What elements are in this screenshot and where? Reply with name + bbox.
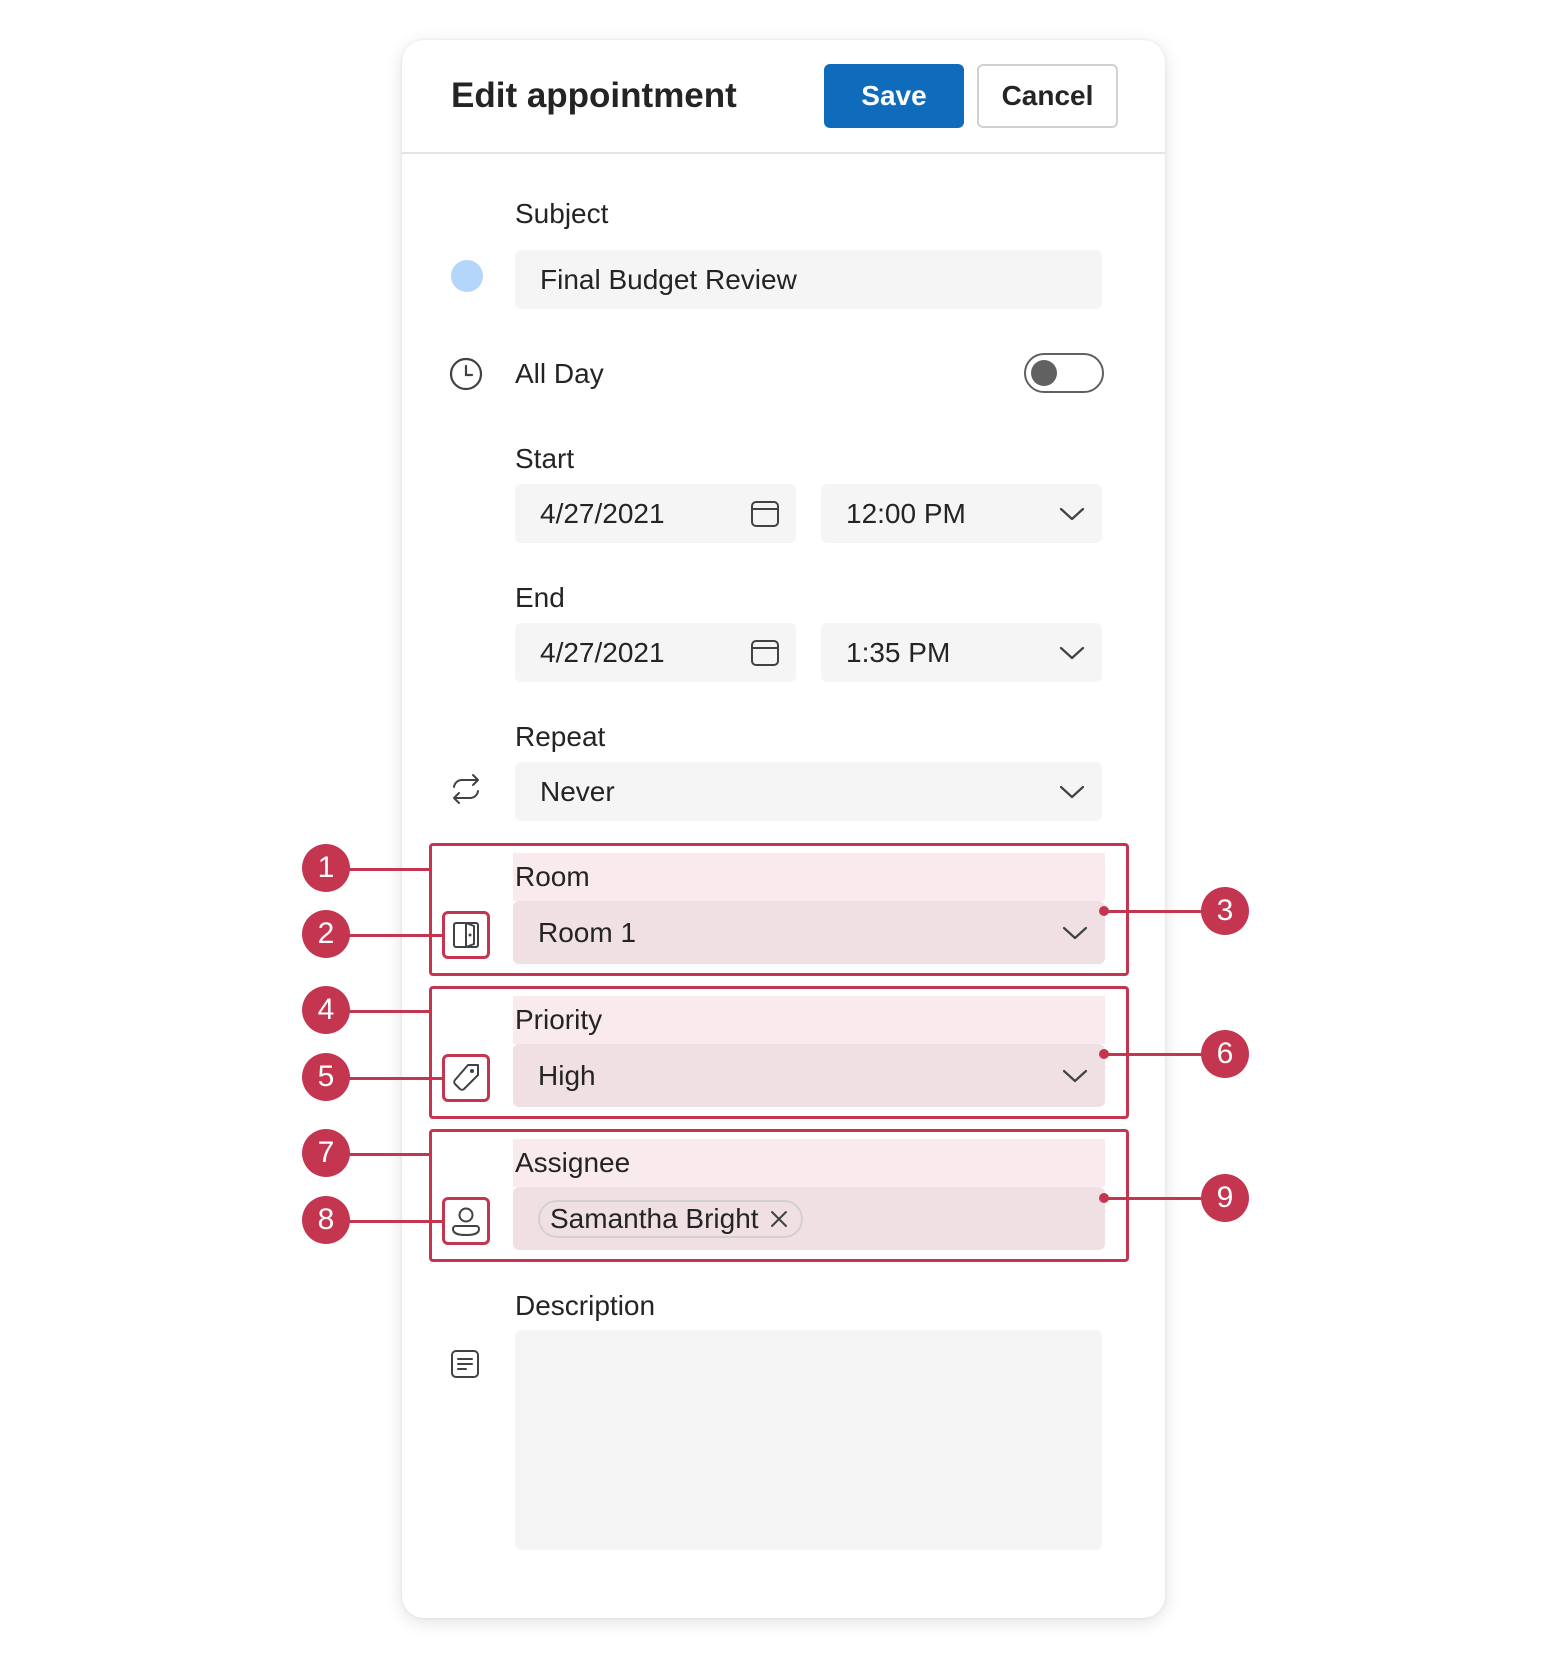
category-dot-icon [451, 260, 483, 292]
callout-marker-8: 8 [302, 1196, 350, 1244]
end-time-dropdown[interactable]: 1:35 PM [821, 623, 1102, 682]
callout-leader [344, 1010, 432, 1013]
callout-marker-9: 9 [1201, 1174, 1249, 1222]
callout-marker-2: 2 [302, 910, 350, 958]
repeat-dropdown[interactable]: Never [515, 762, 1102, 821]
all-day-label: All Day [515, 358, 604, 389]
description-textarea[interactable] [515, 1330, 1102, 1550]
callout-leader [344, 1220, 444, 1223]
assignee-chip[interactable]: Samantha Bright [538, 1199, 803, 1238]
dialog-title: Edit appointment [451, 76, 737, 115]
calendar-icon[interactable] [750, 638, 780, 668]
repeat-label: Repeat [515, 721, 606, 752]
chevron-down-icon [1061, 924, 1089, 942]
chevron-down-icon [1058, 783, 1086, 801]
priority-dropdown[interactable]: High [513, 1044, 1105, 1107]
callout-leader [344, 1077, 444, 1080]
chevron-down-icon [1061, 1067, 1089, 1085]
save-button[interactable]: Save [824, 64, 964, 128]
priority-label: Priority [515, 1004, 603, 1035]
callout-leader [344, 934, 444, 937]
chevron-down-icon [1058, 644, 1086, 662]
close-icon[interactable] [769, 1209, 789, 1229]
all-day-toggle[interactable] [1024, 353, 1104, 393]
callout-leader [1104, 1197, 1204, 1200]
callout-leader [344, 868, 432, 871]
door-icon [442, 911, 490, 959]
assignee-label: Assignee [515, 1147, 631, 1178]
callout-marker-7: 7 [302, 1129, 350, 1177]
calendar-icon[interactable] [750, 499, 780, 529]
dialog-header: Edit appointment Save Cancel [402, 40, 1165, 154]
callout-marker-1: 1 [302, 844, 350, 892]
callout-marker-5: 5 [302, 1053, 350, 1101]
text-description-icon [448, 1347, 482, 1381]
end-date-input[interactable]: 4/27/2021 [515, 623, 796, 682]
callout-marker-6: 6 [1201, 1030, 1249, 1078]
subject-input[interactable]: Final Budget Review [515, 250, 1102, 309]
start-time-dropdown[interactable]: 12:00 PM [821, 484, 1102, 543]
callout-leader [1104, 1053, 1204, 1056]
callout-marker-4: 4 [302, 986, 350, 1034]
room-label-highlight [513, 853, 1105, 901]
tag-icon [442, 1054, 490, 1102]
chevron-down-icon [1058, 505, 1086, 523]
room-label: Room [515, 861, 590, 892]
person-icon [442, 1197, 490, 1245]
toggle-knob [1031, 360, 1057, 386]
start-label: Start [515, 443, 575, 474]
start-date-input[interactable]: 4/27/2021 [515, 484, 796, 543]
room-dropdown[interactable]: Room 1 [513, 901, 1105, 964]
callout-leader [344, 1153, 432, 1156]
cancel-button[interactable]: Cancel [977, 64, 1118, 128]
clock-icon [448, 356, 484, 392]
callout-leader [1104, 910, 1204, 913]
description-label: Description [515, 1290, 656, 1321]
subject-label: Subject [515, 198, 609, 229]
end-label: End [515, 582, 565, 613]
callout-marker-3: 3 [1201, 887, 1249, 935]
assignee-picker[interactable]: Samantha Bright [513, 1187, 1105, 1250]
repeat-icon [447, 772, 485, 806]
